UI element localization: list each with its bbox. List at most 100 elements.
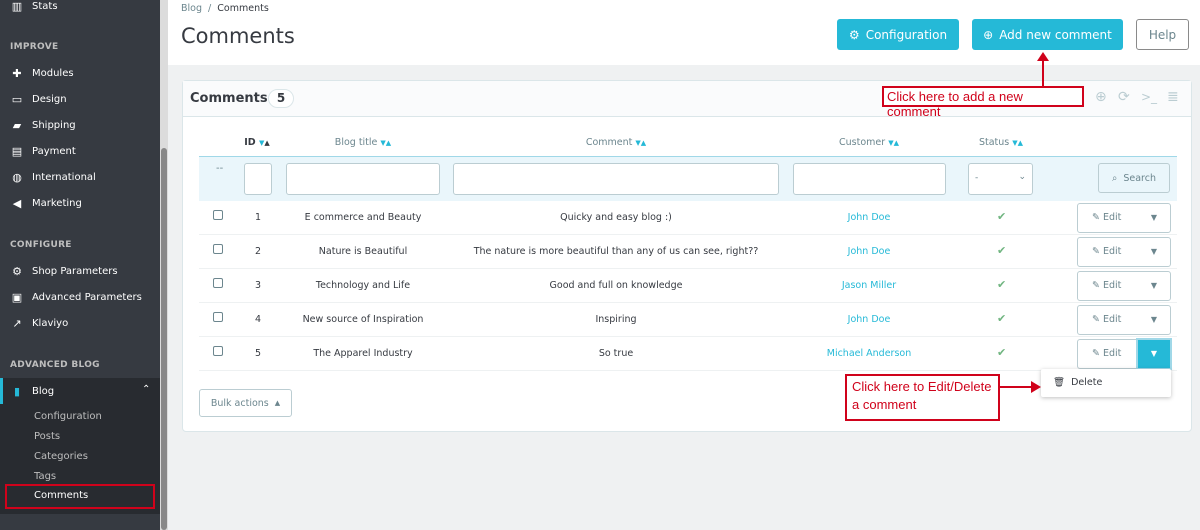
- stats-icon: ▥: [11, 0, 23, 13]
- check-icon[interactable]: ✔: [997, 346, 1006, 359]
- add-icon[interactable]: ⊕: [1095, 89, 1107, 105]
- sidebar-item-shop-parameters[interactable]: ⚙ Shop Parameters: [10, 265, 118, 278]
- filter-comment-input[interactable]: [453, 163, 779, 195]
- arrow-head: [1037, 52, 1049, 61]
- trending-icon: ↗: [12, 317, 22, 330]
- col-blog-title[interactable]: Blog title ▼▲: [335, 137, 391, 148]
- filter-status-select[interactable]: - ⌄: [968, 163, 1033, 195]
- settings-box-icon: ▣: [11, 291, 23, 304]
- truck-icon: ▰: [12, 119, 22, 132]
- dropdown-toggle[interactable]: ▼: [1138, 272, 1170, 300]
- cell-comment: Quicky and easy blog :): [560, 212, 672, 223]
- sidebar-item-shipping[interactable]: ▰ Shipping: [10, 119, 76, 132]
- col-status[interactable]: Status ▼▲: [979, 137, 1023, 148]
- check-icon[interactable]: ✔: [997, 210, 1006, 223]
- help-button[interactable]: Help: [1136, 19, 1189, 50]
- row-checkbox[interactable]: [213, 346, 223, 356]
- submenu-categories[interactable]: Categories: [34, 451, 88, 462]
- submenu-configuration[interactable]: Configuration: [34, 411, 102, 422]
- annotation-add: Click here to add a new comment: [882, 86, 1084, 119]
- breadcrumb-current: Comments: [217, 3, 269, 14]
- arrow-head: [1031, 381, 1041, 393]
- edit-button[interactable]: ✎ Edit: [1092, 348, 1121, 359]
- sort-icon[interactable]: ▼▲: [888, 139, 899, 147]
- check-icon[interactable]: ✔: [997, 312, 1006, 325]
- edit-button-group[interactable]: ✎ Edit ▼: [1077, 339, 1171, 369]
- table-row: 2 Nature is Beautiful The nature is more…: [199, 235, 1177, 269]
- cell-comment: The nature is more beautiful than any of…: [473, 246, 759, 257]
- sidebar-item-modules[interactable]: ✚ Modules: [10, 67, 73, 80]
- row-checkbox[interactable]: [213, 312, 223, 322]
- card-title: Comments: [190, 91, 268, 106]
- sidebar-item-marketing[interactable]: ◀ Marketing: [10, 197, 82, 210]
- sidebar-item-advanced-parameters[interactable]: ▣ Advanced Parameters: [10, 291, 142, 304]
- delete-menu-item[interactable]: 🗑 Delete: [1053, 377, 1102, 388]
- search-icon: ⌕: [1112, 172, 1118, 184]
- edit-button[interactable]: ✎ Edit: [1092, 280, 1121, 291]
- breadcrumb-blog[interactable]: Blog: [181, 3, 202, 14]
- refresh-icon[interactable]: ⟳: [1118, 89, 1130, 105]
- edit-button-group[interactable]: ✎ Edit ▼: [1077, 237, 1171, 267]
- check-icon[interactable]: ✔: [997, 278, 1006, 291]
- count-badge: 5: [268, 89, 294, 108]
- cell-blog-title: Nature is Beautiful: [318, 246, 408, 257]
- row-checkbox[interactable]: [213, 278, 223, 288]
- dropdown-menu: 🗑 Delete: [1041, 369, 1171, 397]
- cell-id: 4: [254, 314, 262, 325]
- table-row: 4 New source of Inspiration Inspiring Jo…: [199, 303, 1177, 337]
- col-id[interactable]: ID ▼▲: [244, 137, 270, 148]
- sidebar-item-blog-label[interactable]: ▮ Blog: [10, 385, 54, 398]
- bulk-actions-button[interactable]: Bulk actions ▲: [199, 389, 292, 417]
- database-icon[interactable]: ≣: [1167, 89, 1179, 105]
- dropdown-toggle[interactable]: ▼: [1138, 238, 1170, 266]
- sidebar-item-klaviyo[interactable]: ↗ Klaviyo: [10, 317, 68, 330]
- cell-id: 5: [254, 348, 262, 359]
- search-button[interactable]: ⌕ Search: [1098, 163, 1170, 193]
- dropdown-toggle[interactable]: ▼: [1138, 204, 1170, 232]
- col-customer[interactable]: Customer ▼▲: [839, 137, 899, 148]
- sort-icon[interactable]: ▼▲: [635, 139, 646, 147]
- chevron-down-icon: ⌄: [1018, 172, 1026, 182]
- cell-blog-title: New source of Inspiration: [302, 314, 424, 325]
- col-comment[interactable]: Comment ▼▲: [586, 137, 646, 148]
- cell-customer[interactable]: John Doe: [848, 314, 891, 325]
- cell-customer[interactable]: Michael Anderson: [827, 348, 912, 359]
- edit-button[interactable]: ✎ Edit: [1092, 314, 1121, 325]
- sidebar-item-design[interactable]: ▭ Design: [10, 93, 67, 106]
- sidebar-item-international[interactable]: ◍ International: [10, 171, 96, 184]
- submenu-tags[interactable]: Tags: [34, 471, 56, 482]
- configuration-button[interactable]: ⚙ Configuration: [837, 19, 959, 50]
- comments-card: Comments 5 ⊕ ⟳ >_ ≣ ID ▼▲ Blog title ▼▲ …: [182, 80, 1192, 432]
- dropdown-toggle[interactable]: ▼: [1138, 306, 1170, 334]
- row-checkbox[interactable]: [213, 210, 223, 220]
- cell-blog-title: The Apparel Industry: [313, 348, 413, 359]
- section-configure: CONFIGURE: [10, 240, 72, 250]
- dropdown-toggle[interactable]: ▼: [1138, 340, 1170, 368]
- submenu-posts[interactable]: Posts: [34, 431, 60, 442]
- filter-id-input[interactable]: [244, 163, 272, 195]
- filter-customer-input[interactable]: [793, 163, 946, 195]
- edit-button-group[interactable]: ✎ Edit ▼: [1077, 271, 1171, 301]
- cell-blog-title: Technology and Life: [315, 280, 411, 291]
- edit-button[interactable]: ✎ Edit: [1092, 246, 1121, 257]
- cell-customer[interactable]: John Doe: [848, 246, 891, 257]
- add-new-comment-button[interactable]: ⊕ Add new comment: [972, 19, 1123, 50]
- sidebar-item-payment[interactable]: ▤ Payment: [10, 145, 76, 158]
- cell-customer[interactable]: John Doe: [848, 212, 891, 223]
- edit-button-group[interactable]: ✎ Edit ▼: [1077, 203, 1171, 233]
- sort-icon[interactable]: ▼▲: [1012, 139, 1023, 147]
- edit-button[interactable]: ✎ Edit: [1092, 212, 1121, 223]
- check-icon[interactable]: ✔: [997, 244, 1006, 257]
- cell-customer[interactable]: Jason Miller: [842, 280, 896, 291]
- scrollbar-thumb[interactable]: [161, 148, 167, 530]
- edit-button-group[interactable]: ✎ Edit ▼: [1077, 305, 1171, 335]
- row-checkbox[interactable]: [213, 244, 223, 254]
- sort-icon[interactable]: ▼▲: [380, 139, 391, 147]
- terminal-icon[interactable]: >_: [1141, 90, 1157, 104]
- chevron-up-icon[interactable]: ⌃: [142, 384, 150, 395]
- gears-icon: ⚙: [848, 27, 860, 42]
- section-improve: IMPROVE: [10, 42, 59, 52]
- filter-blog-title-input[interactable]: [286, 163, 440, 195]
- submenu-comments[interactable]: Comments: [34, 490, 88, 501]
- sidebar-item-stats[interactable]: ▥ Stats: [10, 0, 58, 13]
